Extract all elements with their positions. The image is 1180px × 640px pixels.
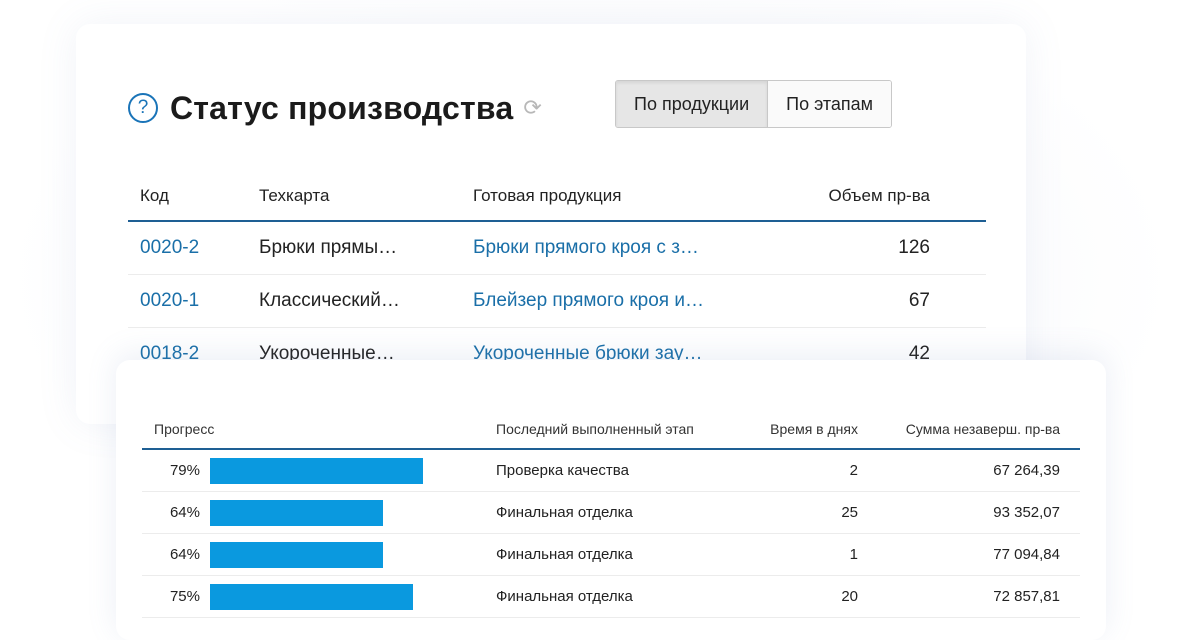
wip-sum-cell: 77 094,84 xyxy=(993,546,1060,563)
table-row[interactable]: 79% Проверка качества 2 67 264,39 xyxy=(142,450,1080,492)
volume-cell: 67 xyxy=(908,290,930,311)
help-icon[interactable]: ? xyxy=(128,93,158,123)
progress-table: Прогресс Последний выполненный этап Врем… xyxy=(142,410,1080,618)
title-row: ? Статус производства ⟳ xyxy=(128,82,542,134)
product-link[interactable]: Блейзер прямого кроя и… xyxy=(473,275,704,327)
wip-sum-cell: 72 857,81 xyxy=(993,588,1060,605)
progress-bar-fill xyxy=(210,500,383,526)
progress-bar xyxy=(210,500,480,526)
stage-cell: Финальная отделка xyxy=(496,588,633,605)
stage-cell: Проверка качества xyxy=(496,462,629,479)
days-cell: 20 xyxy=(841,588,858,605)
days-cell: 2 xyxy=(849,462,858,479)
table-row[interactable]: 75% Финальная отделка 20 72 857,81 xyxy=(142,576,1080,618)
tab-by-stage[interactable]: По этапам xyxy=(768,81,892,127)
volume-cell: 126 xyxy=(898,237,930,258)
column-header-code[interactable]: Код xyxy=(140,174,169,218)
progress-bar xyxy=(210,542,480,568)
column-header-days[interactable]: Время в днях xyxy=(752,410,858,448)
page-title: Статус производства xyxy=(170,89,514,126)
progress-percent: 64% xyxy=(169,546,200,563)
progress-bar xyxy=(210,458,480,484)
progress-bar xyxy=(210,584,480,610)
progress-bar-fill xyxy=(210,458,424,484)
column-header-progress[interactable]: Прогресс xyxy=(154,410,214,448)
progress-card: Прогресс Последний выполненный этап Врем… xyxy=(116,360,1106,640)
days-cell: 1 xyxy=(849,546,858,563)
table-row[interactable]: 64% Финальная отделка 1 77 094,84 xyxy=(142,534,1080,576)
table-row[interactable]: 64% Финальная отделка 25 93 352,07 xyxy=(142,492,1080,534)
column-header-last-stage[interactable]: Последний выполненный этап xyxy=(496,410,694,448)
column-header-product[interactable]: Готовая продукция xyxy=(473,174,621,218)
stage-cell: Финальная отделка xyxy=(496,546,633,563)
progress-percent: 79% xyxy=(169,462,200,479)
column-header-techcard[interactable]: Техкарта xyxy=(259,174,329,218)
progress-bar-fill xyxy=(210,584,413,610)
techcard-cell: Брюки прямы… xyxy=(259,237,398,258)
progress-table-header: Прогресс Последний выполненный этап Врем… xyxy=(142,410,1080,450)
column-header-volume[interactable]: Объем пр-ва xyxy=(828,174,930,218)
days-cell: 25 xyxy=(841,504,858,521)
code-link[interactable]: 0020-1 xyxy=(140,275,199,327)
table-row[interactable]: 0020-1 Классический… Блейзер прямого кро… xyxy=(128,275,986,328)
code-link[interactable]: 0020-2 xyxy=(140,222,199,274)
techcard-cell: Классический… xyxy=(259,290,400,311)
progress-percent: 75% xyxy=(169,588,200,605)
wip-sum-cell: 93 352,07 xyxy=(993,504,1060,521)
refresh-icon[interactable]: ⟳ xyxy=(523,95,541,121)
stage-cell: Финальная отделка xyxy=(496,504,633,521)
view-toggle: По продукции По этапам xyxy=(615,80,893,128)
wip-sum-cell: 67 264,39 xyxy=(993,462,1060,479)
tab-by-product[interactable]: По продукции xyxy=(616,81,769,127)
products-table: Код Техкарта Готовая продукция Объем пр-… xyxy=(128,174,986,381)
progress-percent: 64% xyxy=(169,504,200,521)
progress-bar-fill xyxy=(210,542,383,568)
products-table-header: Код Техкарта Готовая продукция Объем пр-… xyxy=(128,174,986,222)
column-header-wip-sum[interactable]: Сумма незаверш. пр-ва xyxy=(906,410,1060,448)
product-link[interactable]: Брюки прямого кроя с з… xyxy=(473,222,699,274)
table-row[interactable]: 0020-2 Брюки прямы… Брюки прямого кроя с… xyxy=(128,222,986,275)
